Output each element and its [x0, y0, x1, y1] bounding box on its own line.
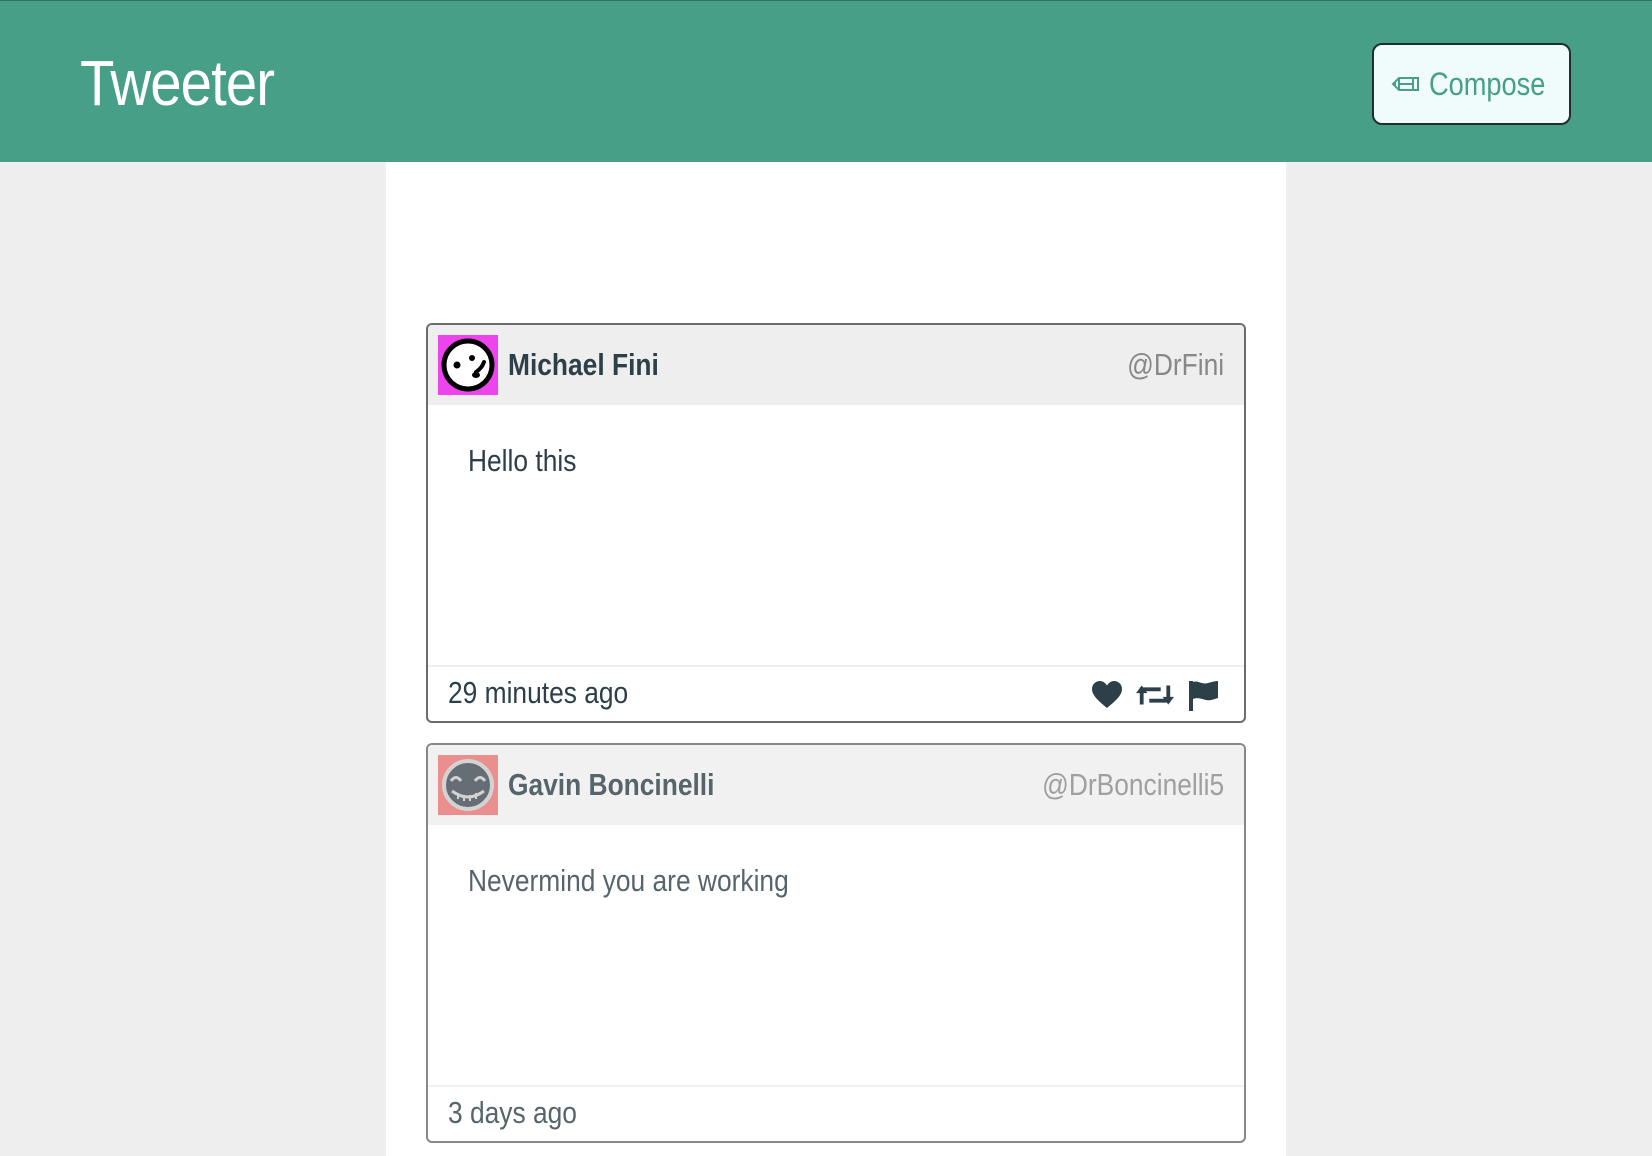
tweet-footer: 3 days ago	[428, 1085, 1244, 1141]
tweet-text: Nevermind you are working	[468, 863, 789, 898]
tweet-card: Gavin Boncinelli @DrBoncinelli5 Nevermin…	[426, 743, 1246, 1143]
tweet-footer: 29 minutes ago	[428, 665, 1244, 721]
tweet-feed: Michael Fini @DrFini Hello this 29 minut…	[386, 162, 1286, 1156]
avatar	[438, 755, 498, 815]
tweet-card: Michael Fini @DrFini Hello this 29 minut…	[426, 323, 1246, 723]
retweet-icon[interactable]	[1136, 679, 1174, 711]
tweet-text: Hello this	[468, 443, 577, 478]
tweet-timestamp: 29 minutes ago	[448, 675, 629, 710]
tweet-header: Gavin Boncinelli @DrBoncinelli5	[428, 745, 1244, 825]
author-name: Gavin Boncinelli	[508, 767, 715, 802]
tweet-actions	[1090, 679, 1220, 711]
tweet-timestamp: 3 days ago	[448, 1095, 577, 1130]
heart-icon[interactable]	[1090, 679, 1124, 711]
app-title: Tweeter	[80, 47, 275, 119]
compose-label: Compose	[1429, 65, 1546, 102]
flag-icon[interactable]	[1186, 679, 1220, 711]
author-name: Michael Fini	[508, 347, 659, 382]
author-handle: @DrFini	[1126, 347, 1224, 382]
tweet-header: Michael Fini @DrFini	[428, 325, 1244, 405]
pencil-icon	[1391, 75, 1421, 93]
top-nav: Tweeter Compose	[0, 0, 1652, 162]
author-handle: @DrBoncinelli5	[1042, 767, 1224, 802]
compose-button[interactable]: Compose	[1372, 43, 1571, 125]
avatar	[438, 335, 498, 395]
